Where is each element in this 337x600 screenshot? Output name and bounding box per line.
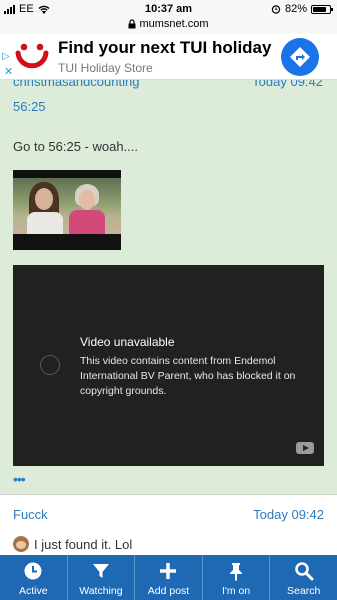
video-unavailable-title: Video unavailable: [80, 335, 175, 349]
thumbnail-figure: [27, 212, 63, 234]
nav-im-on-label: I'm on: [221, 585, 251, 597]
nav-im-on[interactable]: I'm on: [203, 555, 271, 600]
url-text: mumsnet.com: [139, 18, 209, 31]
pin-icon: [230, 563, 243, 581]
next-post-message-row: I just found it. Lol: [13, 536, 132, 552]
battery-percent: 82%: [284, 3, 307, 15]
ad-headline: Find your next TUI holiday: [58, 38, 272, 57]
battery-icon: [311, 4, 333, 14]
next-post-date[interactable]: Today 09:42: [253, 507, 324, 522]
post: christmasandcounting Today 09:42 56:25 G…: [0, 80, 337, 494]
post-author[interactable]: christmasandcounting: [13, 80, 139, 89]
post-header: christmasandcounting Today 09:42: [13, 80, 323, 89]
unavailable-icon: [40, 355, 60, 375]
nav-watching[interactable]: Watching: [68, 555, 136, 600]
youtube-icon[interactable]: [296, 442, 314, 454]
plus-icon: [160, 563, 177, 579]
url-bar[interactable]: mumsnet.com: [0, 18, 337, 34]
search-icon: [294, 562, 314, 581]
lock-icon: [128, 19, 136, 29]
tui-logo: [15, 43, 49, 69]
ad-subtitle: TUI Holiday Store: [58, 61, 153, 75]
status-bar: EE 10:37 am 82%: [0, 0, 337, 18]
post-date[interactable]: Today 09:42: [252, 80, 323, 89]
nav-active[interactable]: Active: [0, 555, 68, 600]
next-post: Fucck Today 09:42 I just found it. Lol: [0, 495, 337, 555]
directions-arrow-icon: [290, 47, 310, 67]
video-thumbnail[interactable]: [13, 170, 121, 250]
status-right: 82%: [271, 3, 333, 15]
funnel-icon: [92, 564, 109, 578]
ad-banner[interactable]: ▷ ✕ Find your next TUI holiday TUI Holid…: [0, 34, 337, 80]
post-more-dots[interactable]: •••: [13, 472, 26, 486]
directions-button[interactable]: [281, 38, 319, 76]
thumbnail-figure: [35, 188, 53, 210]
nav-active-label: Active: [19, 585, 48, 597]
adchoices-icon[interactable]: ▷: [2, 52, 10, 62]
ad-close-icon[interactable]: ✕: [4, 65, 13, 78]
thumbnail-figure: [69, 210, 105, 234]
next-post-message: I just found it. Lol: [34, 536, 133, 552]
video-embed[interactable]: Video unavailable This video contains co…: [13, 265, 324, 466]
post-message: Go to 56:25 - woah....: [13, 139, 139, 154]
nav-search[interactable]: Search: [270, 555, 337, 600]
video-unavailable-description: This video contains content from Endemol…: [80, 355, 296, 397]
post-timestamp-link[interactable]: 56:25: [13, 99, 46, 114]
nav-search-label: Search: [287, 585, 321, 597]
clock-icon: [24, 562, 42, 580]
alarm-icon: [271, 5, 281, 14]
bottom-nav: Active Watching Add post I'm on Search: [0, 555, 337, 600]
thumbnail-figure: [79, 190, 95, 210]
nav-add-post-label: Add post: [147, 585, 190, 597]
next-post-author[interactable]: Fucck: [13, 507, 48, 522]
battery-fill: [313, 6, 326, 12]
monkey-emoji-icon: [13, 536, 29, 552]
nav-watching-label: Watching: [79, 585, 123, 597]
nav-add-post[interactable]: Add post: [135, 555, 203, 600]
